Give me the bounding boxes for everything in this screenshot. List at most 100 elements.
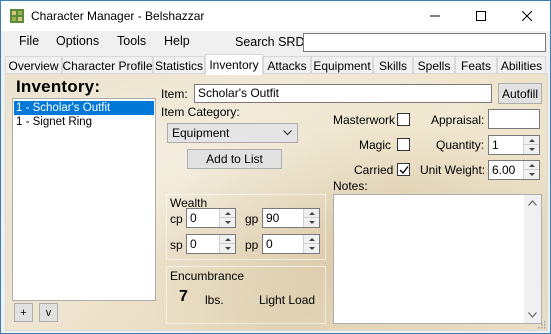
sp-up-button[interactable] (220, 235, 235, 244)
resize-grip-icon[interactable] (536, 319, 546, 329)
tab-character-profile[interactable]: Character Profile (62, 56, 153, 74)
encumbrance-title: Encumbrance (170, 269, 245, 283)
scroll-down-icon[interactable] (528, 312, 537, 318)
tab-overview[interactable]: Overview (5, 56, 62, 74)
quantity-down-button[interactable] (524, 145, 539, 154)
menu-help[interactable]: Help (164, 34, 190, 48)
gp-stepper[interactable]: 90 (262, 208, 320, 228)
add-to-list-button[interactable]: Add to List (187, 149, 282, 169)
masterwork-label: Masterwork (333, 113, 396, 127)
cp-down-button[interactable] (220, 218, 235, 227)
menu-options[interactable]: Options (56, 34, 99, 48)
notes-scrollbar[interactable] (524, 195, 541, 323)
scroll-up-icon[interactable] (528, 200, 537, 206)
autofill-button[interactable]: Autofill (498, 83, 542, 104)
checkmark-icon (399, 166, 409, 175)
quantity-up-button[interactable] (524, 136, 539, 145)
pp-label: pp (245, 238, 259, 252)
maximize-icon (476, 11, 486, 21)
close-icon (522, 11, 532, 21)
menu-file[interactable]: File (19, 34, 39, 48)
unit-weight-up-button[interactable] (524, 161, 539, 170)
pp-stepper[interactable]: 0 (262, 234, 320, 254)
arrow-up-icon (528, 163, 535, 167)
cp-up-button[interactable] (220, 209, 235, 218)
appraisal-input[interactable] (488, 109, 540, 129)
item-name-input[interactable]: Scholar's Outfit (194, 84, 492, 103)
quantity-value: 1 (492, 138, 499, 152)
cp-arrows (219, 209, 235, 227)
close-button[interactable] (504, 1, 550, 31)
item-category-value: Equipment (172, 126, 230, 140)
cp-label: cp (170, 212, 183, 226)
inventory-panel: Inventory: 1 - Scholar's Outfit 1 - Sign… (5, 73, 548, 331)
sp-label: sp (170, 238, 183, 252)
arrow-up-icon (528, 138, 535, 142)
title-bar[interactable]: Character Manager - Belshazzar (1, 1, 550, 31)
magic-checkbox[interactable] (397, 138, 410, 151)
gp-up-button[interactable] (304, 209, 319, 218)
tab-feats[interactable]: Feats (455, 56, 497, 74)
add-item-button[interactable]: + (14, 303, 33, 322)
unit-weight-stepper[interactable]: 6.00 (488, 160, 540, 180)
sp-down-button[interactable] (220, 244, 235, 253)
minimize-icon (430, 15, 440, 17)
magic-label: Magic (359, 138, 392, 152)
item-category-select[interactable]: Equipment (167, 123, 298, 143)
unit-weight-down-button[interactable] (524, 170, 539, 179)
gp-label: gp (245, 212, 259, 226)
quantity-arrows (523, 136, 539, 154)
tab-attacks[interactable]: Attacks (263, 56, 311, 74)
search-srd-input[interactable] (303, 33, 546, 52)
encumbrance-load: Light Load (259, 293, 316, 307)
move-down-button[interactable]: v (39, 303, 58, 322)
menu-tools[interactable]: Tools (117, 34, 146, 48)
quantity-stepper[interactable]: 1 (488, 135, 540, 155)
encumbrance-weight: 7 (179, 288, 188, 305)
pp-down-button[interactable] (304, 244, 319, 253)
pp-value: 0 (266, 237, 273, 251)
tab-spells[interactable]: Spells (413, 56, 455, 74)
cp-stepper[interactable]: 0 (186, 208, 236, 228)
pp-arrows (303, 235, 319, 253)
quantity-label: Quantity: (436, 138, 485, 152)
carried-label: Carried (354, 163, 394, 177)
notes-label: Notes: (333, 179, 368, 193)
arrow-down-icon (528, 148, 535, 151)
arrow-down-icon (308, 247, 315, 250)
sp-value: 0 (190, 237, 197, 251)
sp-stepper[interactable]: 0 (186, 234, 236, 254)
app-window: Character Manager - Belshazzar File Opti… (0, 0, 551, 334)
tab-statistics[interactable]: Statistics (153, 56, 205, 74)
tab-inventory[interactable]: Inventory (205, 54, 263, 75)
carried-checkbox[interactable] (397, 163, 410, 176)
masterwork-checkbox[interactable] (397, 113, 410, 126)
tab-strip: Overview Character Profile Statistics In… (1, 54, 550, 75)
appraisal-label: Appraisal: (431, 113, 485, 127)
arrow-up-icon (224, 211, 231, 215)
window-title: Character Manager - Belshazzar (31, 9, 205, 23)
inventory-list[interactable]: 1 - Scholar's Outfit 1 - Signet Ring (12, 98, 156, 301)
list-item[interactable]: 1 - Signet Ring (14, 115, 154, 129)
search-label: Search SRD: (235, 35, 308, 49)
arrow-down-icon (224, 221, 231, 224)
gp-arrows (303, 209, 319, 227)
gp-down-button[interactable] (304, 218, 319, 227)
unit-weight-value: 6.00 (492, 163, 516, 177)
tab-skills[interactable]: Skills (373, 56, 413, 74)
gp-value: 90 (266, 211, 280, 225)
minimize-button[interactable] (412, 1, 458, 31)
arrow-down-icon (224, 247, 231, 250)
notes-textarea[interactable] (333, 194, 542, 324)
inventory-title: Inventory: (16, 77, 101, 96)
item-category-label: Item Category: (161, 105, 240, 119)
arrow-up-icon (308, 211, 315, 215)
maximize-button[interactable] (458, 1, 504, 31)
list-item[interactable]: 1 - Scholar's Outfit (14, 101, 154, 115)
tab-equipment[interactable]: Equipment (311, 56, 373, 74)
tab-abilities[interactable]: Abilities (497, 56, 546, 74)
arrow-down-icon (528, 173, 535, 176)
item-label: Item: (161, 87, 188, 101)
pp-up-button[interactable] (304, 235, 319, 244)
arrow-down-icon (308, 221, 315, 224)
